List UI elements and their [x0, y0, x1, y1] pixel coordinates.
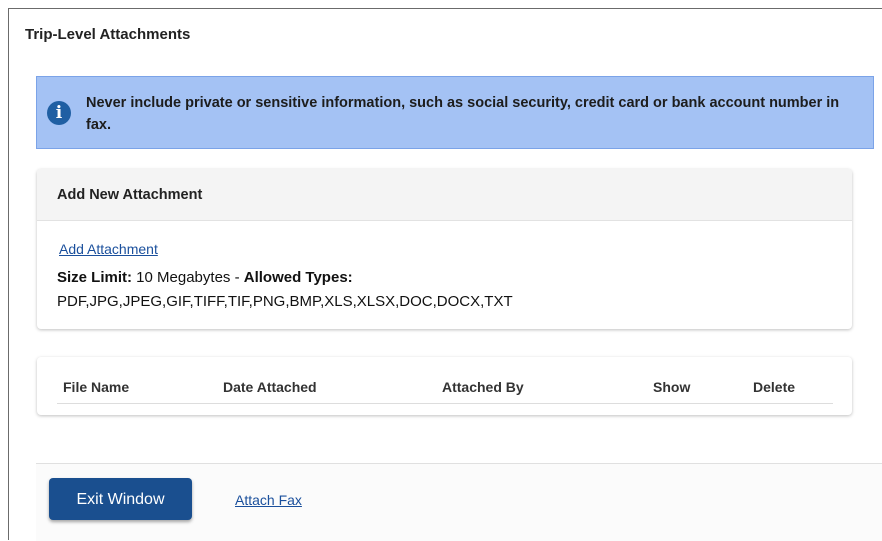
column-header-show[interactable]: Show [653, 379, 690, 395]
page-title: Trip-Level Attachments [25, 26, 191, 43]
table-divider [57, 403, 833, 404]
attachments-window: Trip-Level Attachments i Never include p… [8, 8, 882, 541]
attachments-table: File Name Date Attached Attached By Show… [37, 357, 852, 415]
size-limit-label: Size Limit: [57, 269, 133, 286]
panel-header: Add New Attachment [37, 169, 852, 221]
column-header-file-name[interactable]: File Name [63, 379, 129, 395]
info-icon: i [47, 101, 71, 125]
size-limit-value: 10 Megabytes - [132, 269, 244, 286]
size-limit-info: Size Limit: 10 Megabytes - Allowed Types… [57, 269, 353, 286]
info-alert: i Never include private or sensitive inf… [36, 76, 874, 149]
add-attachment-link[interactable]: Add Attachment [59, 241, 158, 257]
attach-fax-link[interactable]: Attach Fax [235, 492, 302, 508]
column-header-delete[interactable]: Delete [753, 379, 795, 395]
alert-message: Never include private or sensitive infor… [86, 95, 840, 133]
panel-title: Add New Attachment [57, 187, 203, 203]
column-header-attached-by[interactable]: Attached By [442, 379, 524, 395]
column-header-date-attached[interactable]: Date Attached [223, 379, 317, 395]
allowed-types-list: PDF,JPG,JPEG,GIF,TIFF,TIF,PNG,BMP,XLS,XL… [57, 293, 513, 310]
allowed-types-label: Allowed Types: [243, 269, 353, 286]
exit-window-button[interactable]: Exit Window [49, 478, 192, 520]
add-new-attachment-panel: Add New Attachment Add Attachment Size L… [37, 169, 852, 329]
